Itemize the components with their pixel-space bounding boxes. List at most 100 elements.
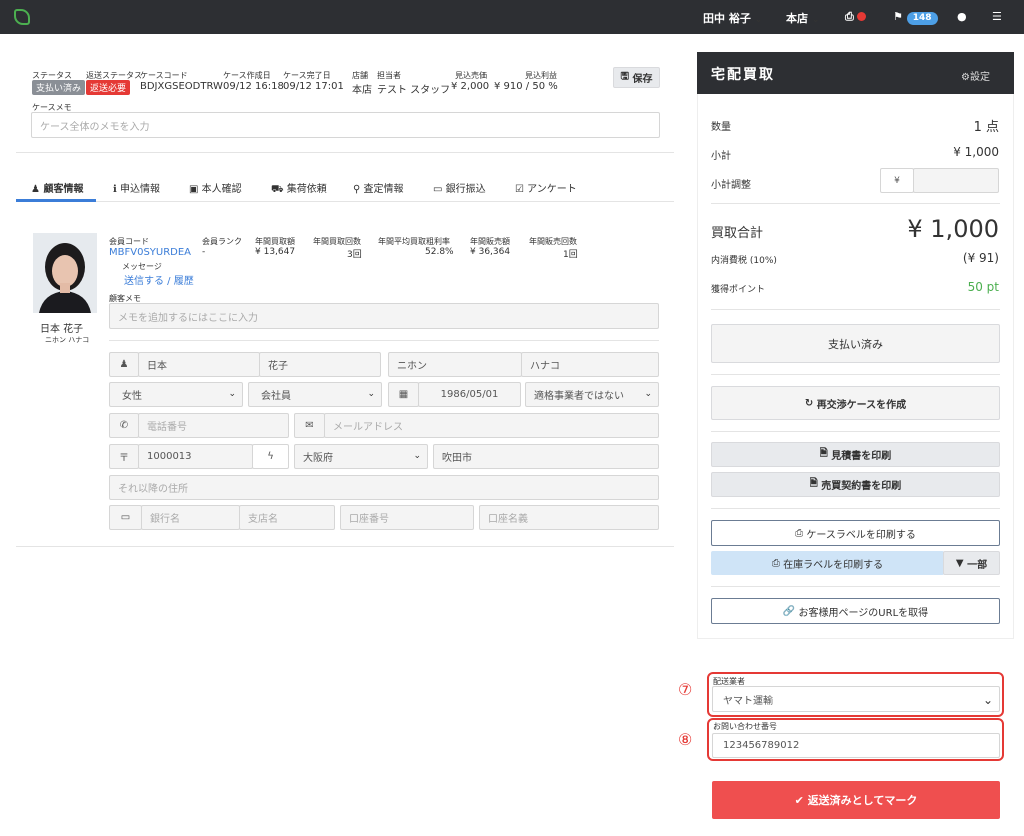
message-send-link[interactable]: 送信する / 履歴 [124, 272, 194, 287]
print-estimate-button[interactable]: 🗎 見積書を印刷 [711, 442, 1000, 467]
divider [109, 340, 659, 341]
sidebar-header: 宅配買取 ⚙設定 [697, 52, 1014, 94]
qualified-invoice-select[interactable]: 適格事業者ではない ⌄ [525, 382, 659, 407]
mark-returned-button[interactable]: ✔ 返送済みとしてマーク [712, 781, 1000, 819]
first-name-kana-input[interactable]: ハナコ [521, 352, 659, 377]
print-stock-label-text: 在庫ラベルを印刷する [783, 559, 884, 571]
birthday-input[interactable]: 1986/05/01 [418, 382, 521, 407]
chat-icon[interactable]: ● [957, 10, 967, 23]
tab-label: 銀行振込 [445, 184, 486, 195]
tab-customer-info[interactable]: ♟ 顧客情報 [31, 180, 83, 195]
tab-identity-check[interactable]: ▣ 本人確認 [189, 180, 242, 195]
calendar-icon: ▦ [388, 382, 419, 407]
subtotal-adjust-input[interactable] [913, 168, 999, 193]
tab-bank-transfer[interactable]: ▭ 銀行振込 [433, 180, 486, 195]
print-stock-label-button[interactable]: ⎙ 在庫ラベルを印刷する [711, 551, 944, 575]
store-menu[interactable]: 本店 ⌄ [786, 10, 819, 26]
money-icon: ▭ [433, 184, 443, 195]
qualified-invoice-value: 適格事業者ではない [534, 391, 624, 402]
notification-badge: 148 [906, 12, 938, 25]
email-input[interactable]: メールアドレス [324, 413, 659, 438]
print-case-label-button[interactable]: ⎙ ケースラベルを印刷する [711, 520, 1000, 546]
account-number-placeholder: 口座番号 [349, 514, 389, 525]
renegotiate-button[interactable]: ↻ 再交渉ケースを作成 [711, 386, 1000, 420]
settings-label: 設定 [969, 72, 990, 83]
notifications[interactable]: ⚑ 148 [893, 10, 938, 25]
case-code-label: ケースコード [140, 71, 188, 80]
member-code-link[interactable]: MBFV0SYURDEA [109, 247, 191, 258]
print-case-label-text: ケースラベルを印刷する [806, 529, 916, 541]
tracking-input[interactable]: 123456789012 [712, 733, 1000, 758]
gender-select[interactable]: 女性 ⌄ [109, 382, 243, 407]
chevron-down-icon: ⌄ [228, 389, 236, 399]
divider [711, 203, 1000, 204]
chevron-down-icon: ⌄ [982, 693, 993, 707]
customer-url-button[interactable]: 🔗 お客様用ページのURLを取得 [711, 598, 1000, 624]
mark-returned-label: 返送済みとしてマーク [807, 794, 918, 807]
expected-profit-label: 見込利益 [525, 71, 557, 80]
case-memo-input[interactable]: ケース全体のメモを入力 [31, 112, 660, 138]
user-menu[interactable]: 田中 裕子 ⌄ [703, 10, 762, 26]
printer-status[interactable]: ⎙ [845, 10, 866, 24]
last-name-kana-value: ニホン [397, 361, 427, 372]
last-name-kana-input[interactable]: ニホン [388, 352, 522, 377]
print-contract-button[interactable]: 🗎 売買契約書を印刷 [711, 472, 1000, 497]
divider [711, 431, 1000, 432]
tab-appraisal-info[interactable]: ⚲ 査定情報 [353, 180, 404, 195]
settings-button[interactable]: ⚙設定 [961, 68, 990, 83]
phone-icon: ✆ [109, 413, 139, 438]
paid-button[interactable]: 支払い済み [711, 324, 1000, 363]
divider [711, 309, 1000, 310]
tab-label: 申込情報 [120, 184, 160, 195]
address-input[interactable]: それ以降の住所 [109, 475, 659, 500]
save-button[interactable]: 🖫 保存 [613, 67, 660, 88]
postal-code-input[interactable]: 1000013 [138, 444, 253, 469]
created-date: 09/12 16:18 [223, 81, 284, 92]
annual-sales-count: 1回 [563, 250, 578, 260]
save-icon: 🖫 [620, 71, 630, 82]
last-name-value: 日本 [147, 361, 167, 372]
case-memo-placeholder: ケース全体のメモを入力 [40, 121, 150, 133]
rank-label: 会員ランク [202, 237, 242, 246]
info-icon: ℹ [113, 184, 117, 195]
first-name-input[interactable]: 花子 [259, 352, 381, 377]
leaf-logo-icon[interactable] [14, 9, 30, 25]
expected-sales-label: 見込売価 [455, 71, 487, 80]
partial-label: 一部 [967, 559, 988, 571]
printer-status-dot [856, 12, 866, 21]
customer-memo-input[interactable]: メモを追加するにはここに入力 [109, 303, 659, 329]
email-placeholder: メールアドレス [333, 422, 403, 433]
tax-value: (¥ 91) [962, 251, 999, 265]
city-input[interactable]: 吹田市 [433, 444, 659, 469]
print-contract-label: 売買契約書を印刷 [821, 481, 902, 492]
lightning-icon[interactable]: ϟ [252, 444, 289, 469]
bank-name-input[interactable]: 銀行名 [141, 505, 240, 530]
account-number-input[interactable]: 口座番号 [340, 505, 474, 530]
renegotiate-button-label: 再交渉ケースを作成 [816, 399, 907, 411]
message-label: メッセージ [122, 262, 162, 271]
printer-icon: ⎙ [845, 10, 854, 23]
occupation-select[interactable]: 会社員 ⌄ [248, 382, 382, 407]
branch-name-input[interactable]: 支店名 [239, 505, 335, 530]
customer-memo-placeholder: メモを追加するにはここに入力 [118, 312, 258, 324]
phone-input[interactable]: 電話番号 [138, 413, 289, 438]
carrier-select[interactable]: ヤマト運輸 ⌄ [712, 686, 1000, 712]
tracking-label: お問い合わせ番号 [713, 722, 777, 731]
tab-application-info[interactable]: ℹ 申込情報 [113, 180, 160, 195]
tab-pickup-request[interactable]: ⛟ 集荷依頼 [271, 180, 327, 197]
case-code: BDJXGSEODTRW [140, 81, 223, 92]
prefecture-select[interactable]: 大阪府 ⌄ [294, 444, 428, 469]
points-label: 獲得ポイント [711, 285, 766, 295]
hamburger-menu-icon[interactable]: ☰ [992, 10, 1002, 23]
bank-name-placeholder: 銀行名 [150, 514, 180, 525]
yen-prefix: ¥ [880, 168, 914, 193]
divider [16, 152, 674, 153]
account-name-input[interactable]: 口座名義 [479, 505, 659, 530]
truck-icon: ⛟ [271, 184, 284, 195]
tab-survey[interactable]: ☑ アンケート [515, 180, 577, 195]
divider [711, 586, 1000, 587]
chevron-down-icon: ⌄ [367, 389, 375, 399]
subtotal-adjust-label: 小計調整 [711, 180, 751, 191]
partial-filter-button[interactable]: ▼ 一部 [943, 551, 1000, 575]
last-name-input[interactable]: 日本 [138, 352, 260, 377]
